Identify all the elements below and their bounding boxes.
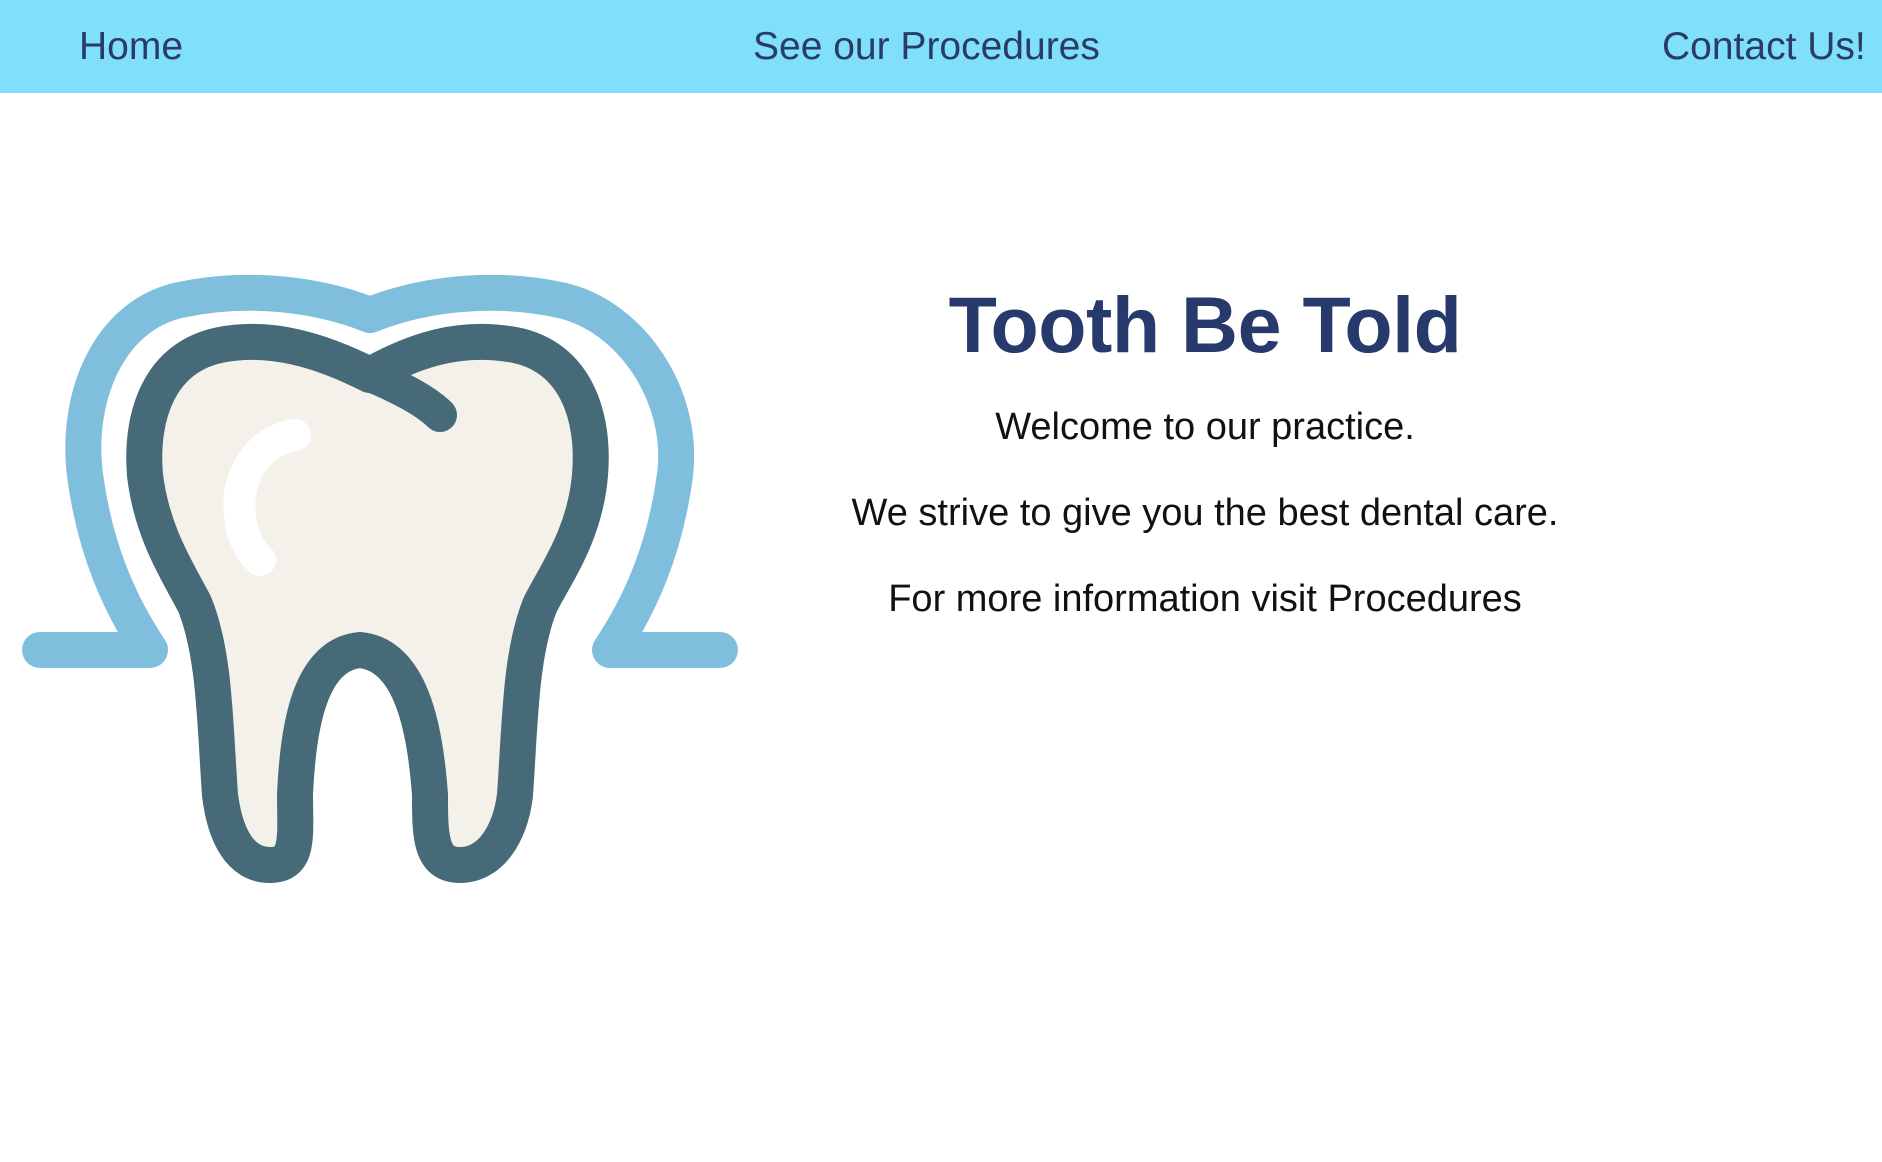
tooth-logo (20, 274, 770, 915)
nav-contact-link[interactable]: Contact Us! (1662, 0, 1866, 93)
page-title: Tooth Be Told (948, 280, 1462, 369)
tooth-body (126, 323, 609, 883)
hero-section: Tooth Be Told Welcome to our practice. W… (800, 270, 1610, 642)
nav-procedures-link[interactable]: See our Procedures (753, 0, 1100, 93)
welcome-text: Welcome to our practice. (995, 406, 1415, 448)
tooth-icon (22, 274, 738, 883)
care-text: We strive to give you the best dental ca… (851, 492, 1559, 534)
info-text: For more information visit Procedures (888, 578, 1522, 620)
nav-home-link[interactable]: Home (79, 0, 183, 93)
top-navbar: Home See our Procedures Contact Us! (0, 0, 1882, 93)
